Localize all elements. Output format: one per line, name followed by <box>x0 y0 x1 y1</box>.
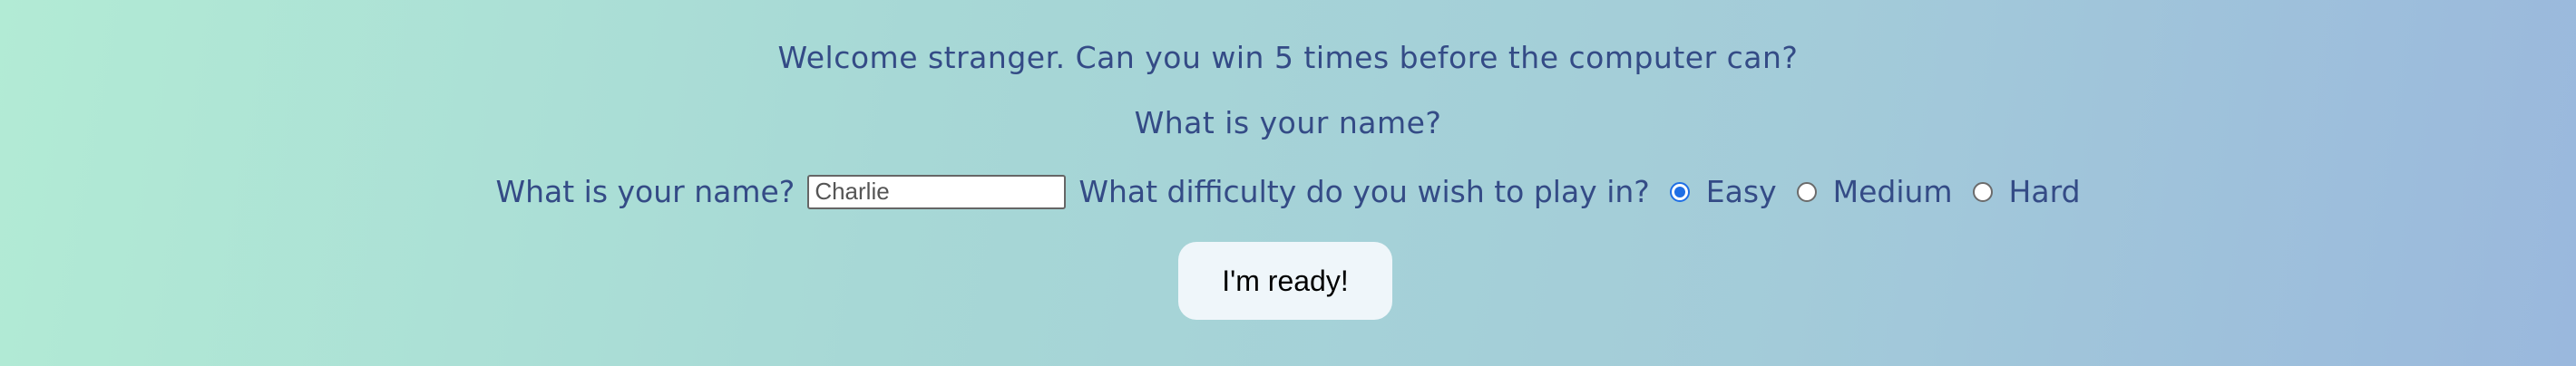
difficulty-medium-radio[interactable] <box>1796 181 1817 202</box>
difficulty-hard-radio[interactable] <box>1972 181 1993 202</box>
difficulty-options: Easy Medium Hard <box>1650 174 2081 209</box>
difficulty-medium-label[interactable]: Medium <box>1833 174 1953 209</box>
difficulty-label: What difficulty do you wish to play in? <box>1078 174 1650 209</box>
difficulty-hard-label[interactable]: Hard <box>2009 174 2081 209</box>
player-setup-form: What is your name? What difficulty do yo… <box>0 174 2576 209</box>
name-prompt-heading: What is your name? <box>1134 105 1442 140</box>
difficulty-easy-radio[interactable] <box>1669 181 1690 202</box>
welcome-message: Welcome stranger. Can you win 5 times be… <box>777 40 1799 75</box>
name-label: What is your name? <box>495 174 795 209</box>
ready-button[interactable]: I'm ready! <box>1178 242 1392 320</box>
game-start-screen: Welcome stranger. Can you win 5 times be… <box>0 0 2576 366</box>
difficulty-easy-label[interactable]: Easy <box>1706 174 1777 209</box>
name-input[interactable] <box>807 174 1067 209</box>
